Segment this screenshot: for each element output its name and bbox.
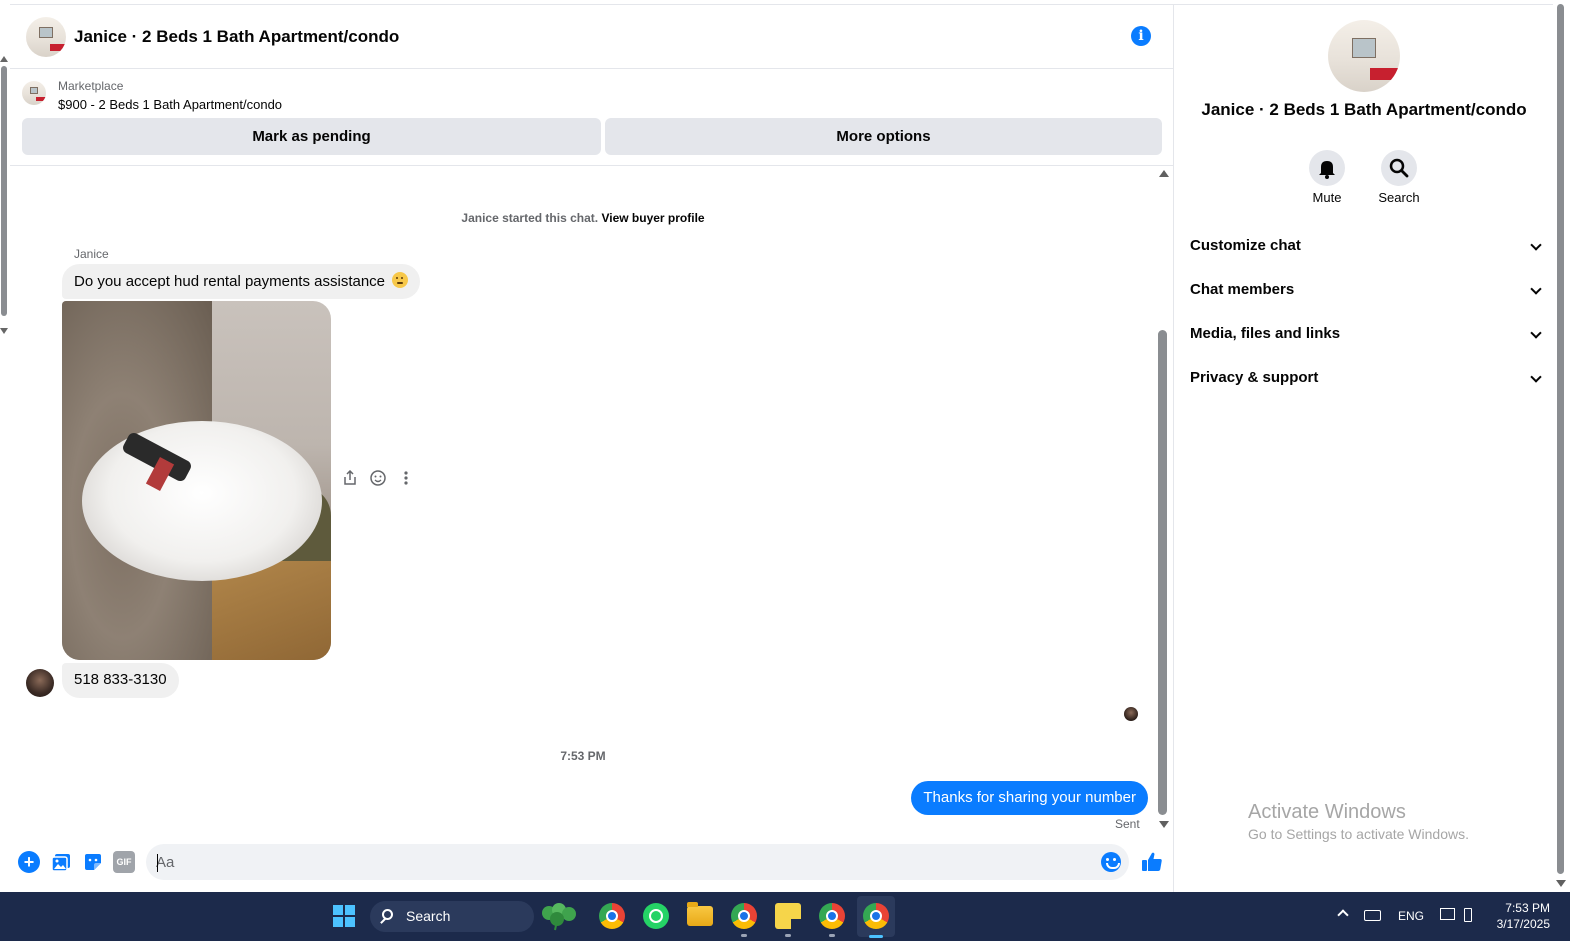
incoming-message[interactable]: 518 833-3130 (62, 663, 179, 698)
scroll-down-arrow-icon[interactable] (1556, 880, 1566, 887)
chrome-profile-icon[interactable] (819, 903, 845, 929)
media-files-links-section[interactable]: Media, files and links (1190, 323, 1542, 347)
running-indicator (829, 934, 835, 937)
active-indicator (869, 935, 883, 938)
sent-status: Sent (1115, 817, 1140, 831)
scroll-up-arrow-icon[interactable] (0, 56, 8, 62)
chat-header: Janice · 2 Beds 1 Bath Apartment/condo i (10, 4, 1173, 69)
scroll-down-arrow-icon[interactable] (0, 328, 8, 334)
message-text: Do you accept hud rental payments assist… (74, 273, 386, 290)
chat-members-section[interactable]: Chat members (1190, 279, 1542, 303)
activate-windows-title: Activate Windows (1248, 801, 1406, 823)
plus-icon[interactable]: + (18, 851, 40, 873)
section-label: Privacy & support (1190, 369, 1319, 386)
sticker-icon[interactable] (82, 851, 104, 873)
chevron-down-icon (1530, 371, 1542, 383)
image-icon[interactable] (50, 851, 72, 873)
thinking-face-icon (392, 272, 409, 288)
search-icon (1389, 158, 1409, 178)
bell-icon (1319, 161, 1335, 179)
search-label: Search (1378, 190, 1420, 205)
panel-title: Janice · 2 Beds 1 Bath Apartment/condo (1201, 100, 1527, 119)
scrollbar-thumb[interactable] (1557, 4, 1564, 874)
windows-start-icon[interactable] (333, 905, 355, 927)
messenger-window: Janice · 2 Beds 1 Bath Apartment/condo i… (0, 0, 1570, 941)
incoming-message[interactable]: Do you accept hud rental payments assist… (62, 264, 421, 299)
search-icon (382, 909, 393, 920)
sender-name: Janice (74, 247, 109, 261)
chrome-active-icon[interactable] (863, 903, 889, 929)
scroll-up-arrow-icon[interactable] (1159, 170, 1169, 177)
chevron-down-icon (1530, 239, 1542, 251)
taskbar: Search ENG 7:53 PM 3/17/2025 (0, 892, 1570, 941)
thumbs-up-icon[interactable] (1140, 850, 1164, 874)
mute-button[interactable] (1309, 150, 1345, 186)
section-label: Customize chat (1190, 237, 1301, 254)
chevron-down-icon (1530, 283, 1542, 295)
message-timestamp: 7:53 PM (560, 749, 606, 763)
section-label: Chat members (1190, 281, 1295, 298)
photo-dog (82, 421, 322, 581)
scrollbar-thumb[interactable] (1158, 330, 1167, 815)
avatar[interactable] (26, 669, 54, 697)
marketplace-listing-bar: Marketplace $900 - 2 Beds 1 Bath Apartme… (10, 70, 1173, 166)
chat-started-notice: Janice started this chat. View buyer pro… (10, 211, 1156, 225)
scrollbar-thumb[interactable] (1, 66, 7, 316)
file-explorer-icon[interactable] (687, 902, 713, 926)
window-scrollbar[interactable] (1553, 0, 1570, 892)
chat-scrollbar[interactable] (1156, 168, 1170, 832)
more-vertical-icon[interactable] (397, 470, 415, 488)
chrome-icon[interactable] (599, 903, 625, 929)
listing-thumbnail-large[interactable] (1328, 20, 1400, 92)
keyboard-icon[interactable] (1364, 910, 1381, 921)
customize-chat-section[interactable]: Customize chat (1190, 235, 1542, 259)
privacy-support-section[interactable]: Privacy & support (1190, 367, 1542, 391)
chevron-down-icon (1530, 327, 1542, 339)
running-indicator (785, 934, 791, 937)
clock-date[interactable]: 3/17/2025 (1470, 917, 1550, 931)
language-indicator[interactable]: ENG (1398, 909, 1424, 923)
incoming-photo-message[interactable] (62, 301, 331, 660)
message-input[interactable] (146, 844, 1129, 880)
scroll-down-arrow-icon[interactable] (1159, 821, 1169, 828)
share-icon[interactable] (341, 469, 359, 488)
running-indicator (741, 934, 747, 937)
taskbar-search-label: Search (406, 908, 451, 924)
info-icon[interactable]: i (1131, 26, 1151, 46)
search-button[interactable] (1381, 150, 1417, 186)
text-cursor (157, 854, 158, 872)
chat-title[interactable]: Janice · 2 Beds 1 Bath Apartment/condo (74, 27, 399, 47)
taskbar-search[interactable]: Search (370, 901, 534, 932)
listing-thumbnail[interactable] (26, 17, 66, 57)
chat-started-text: Janice started this chat. (461, 211, 599, 225)
view-buyer-profile-link[interactable]: View buyer profile (601, 211, 704, 225)
emoji-icon[interactable] (1101, 852, 1121, 872)
marketplace-label: Marketplace (58, 79, 124, 93)
whatsapp-icon[interactable] (643, 903, 669, 929)
activate-windows-subtitle: Go to Settings to activate Windows. (1248, 826, 1469, 842)
section-label: Media, files and links (1190, 325, 1341, 342)
message-composer: + GIF (10, 838, 1173, 888)
more-options-button[interactable]: More options (605, 118, 1162, 155)
react-emoji-icon[interactable] (369, 470, 387, 488)
outgoing-message[interactable]: Thanks for sharing your number (911, 781, 1148, 815)
clock-time[interactable]: 7:53 PM (1470, 901, 1550, 915)
seen-indicator-avatar (1124, 707, 1138, 721)
mute-label: Mute (1312, 190, 1342, 205)
left-scrollbar[interactable] (0, 0, 10, 892)
chevron-up-icon[interactable] (1337, 909, 1349, 921)
sticky-notes-icon[interactable] (775, 903, 801, 929)
mark-as-pending-button[interactable]: Mark as pending (22, 118, 601, 155)
listing-title[interactable]: $900 - 2 Beds 1 Bath Apartment/condo (58, 97, 282, 112)
clover-widget-icon[interactable] (537, 901, 581, 931)
network-icon[interactable] (1440, 908, 1455, 920)
chat-details-panel: Janice · 2 Beds 1 Bath Apartment/condo M… (1173, 4, 1553, 892)
listing-thumbnail-small[interactable] (22, 81, 46, 105)
gif-icon[interactable]: GIF (113, 851, 135, 873)
chrome-profile-icon[interactable] (731, 903, 757, 929)
